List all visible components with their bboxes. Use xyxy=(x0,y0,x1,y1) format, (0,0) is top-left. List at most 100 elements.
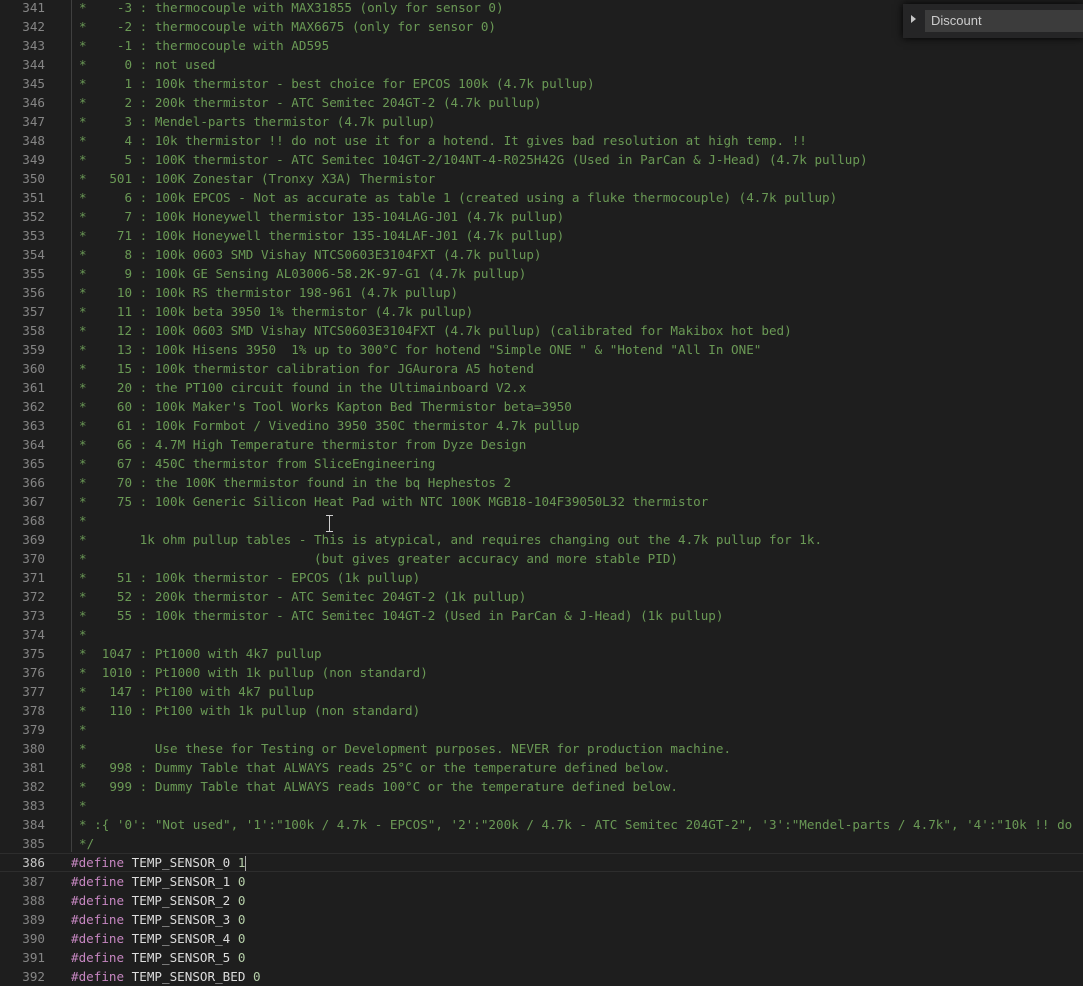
code-line[interactable]: 377 * 147 : Pt100 with 4k7 pullup xyxy=(0,682,1083,701)
define-statement: #define TEMP_SENSOR_BED 0 xyxy=(71,967,261,986)
macro-value: 0 xyxy=(237,912,246,927)
code-line[interactable]: 379 * xyxy=(0,720,1083,739)
comment-text: * 70 : the 100K thermistor found in the … xyxy=(79,475,512,490)
code-line[interactable]: 373 * 55 : 100k thermistor - ATC Semitec … xyxy=(0,606,1083,625)
code-line[interactable]: 387 #define TEMP_SENSOR_1 0 xyxy=(0,872,1083,891)
code-line[interactable]: 383 * xyxy=(0,796,1083,815)
comment-text: * 55 : 100k thermistor - ATC Semitec 104… xyxy=(79,608,724,623)
comment-text: * 20 : the PT100 circuit found in the Ul… xyxy=(79,380,527,395)
line-number: 378 xyxy=(22,703,45,718)
code-line[interactable]: 361 * 20 : the PT100 circuit found in the… xyxy=(0,378,1083,397)
code-line[interactable]: 354 * 8 : 100k 0603 SMD Vishay NTCS0603E3… xyxy=(0,245,1083,264)
line-number: 352 xyxy=(22,209,45,224)
macro-value: 0 xyxy=(253,969,261,984)
comment-text: * 1k ohm pullup tables - This is atypica… xyxy=(79,532,823,547)
macro-name: TEMP_SENSOR_4 xyxy=(131,931,231,946)
code-line[interactable]: 359 * 13 : 100k Hisens 3950 1% up to 300°… xyxy=(0,340,1083,359)
code-line[interactable]: 343 * -1 : thermocouple with AD595 xyxy=(0,36,1083,55)
comment-text: * 5 : 100K thermistor - ATC Semitec 104G… xyxy=(79,152,868,167)
code-line[interactable]: 381 * 998 : Dummy Table that ALWAYS reads… xyxy=(0,758,1083,777)
comment-text: * 10 : 100k RS thermistor 198-961 (4.7k … xyxy=(79,285,459,300)
code-line[interactable]: 385 */ xyxy=(0,834,1083,853)
code-line[interactable]: 374 * xyxy=(0,625,1083,644)
code-line[interactable]: 364 * 66 : 4.7M High Temperature thermist… xyxy=(0,435,1083,454)
code-line[interactable]: 382 * 999 : Dummy Table that ALWAYS reads… xyxy=(0,777,1083,796)
code-line[interactable]: 386 #define TEMP_SENSOR_0 1 xyxy=(0,853,1083,872)
code-line[interactable]: 362 * 60 : 100k Maker's Tool Works Kapton… xyxy=(0,397,1083,416)
comment-text: * 2 : 200k thermistor - ATC Semitec 204G… xyxy=(79,95,542,110)
code-line[interactable]: 388 #define TEMP_SENSOR_2 0 xyxy=(0,891,1083,910)
code-line[interactable]: 365 * 67 : 450C thermistor from SliceEngi… xyxy=(0,454,1083,473)
comment-text: * -1 : thermocouple with AD595 xyxy=(79,38,330,53)
macro-name: TEMP_SENSOR_1 xyxy=(131,874,231,889)
code-line[interactable]: 360 * 15 : 100k thermistor calibration fo… xyxy=(0,359,1083,378)
code-line[interactable]: 368 * xyxy=(0,511,1083,530)
comment-text: * :{ '0': "Not used", '1':"100k / 4.7k -… xyxy=(79,817,1073,832)
code-line[interactable]: 392 #define TEMP_SENSOR_BED 0 xyxy=(0,967,1083,986)
code-line[interactable]: 353 * 71 : 100k Honeywell thermistor 135-… xyxy=(0,226,1083,245)
define-directive: #define xyxy=(71,931,125,946)
code-line[interactable]: 367 * 75 : 100k Generic Silicon Heat Pad … xyxy=(0,492,1083,511)
code-line[interactable]: 384 * :{ '0': "Not used", '1':"100k / 4.7… xyxy=(0,815,1083,834)
code-line[interactable]: 356 * 10 : 100k RS thermistor 198-961 (4.… xyxy=(0,283,1083,302)
code-line[interactable]: 355 * 9 : 100k GE Sensing AL03006-58.2K-9… xyxy=(0,264,1083,283)
line-number: 388 xyxy=(22,893,45,908)
comment-text: * 147 : Pt100 with 4k7 pullup xyxy=(79,684,315,699)
line-number: 353 xyxy=(22,228,45,243)
code-line[interactable]: 363 * 61 : 100k Formbot / Vivedino 3950 3… xyxy=(0,416,1083,435)
define-directive: #define xyxy=(71,969,125,984)
line-number: 359 xyxy=(22,342,45,357)
find-input[interactable]: Discount xyxy=(925,10,1083,32)
comment-text: * 0 : not used xyxy=(79,57,216,72)
line-number: 382 xyxy=(22,779,45,794)
code-line[interactable]: 371 * 51 : 100k thermistor - EPCOS (1k pu… xyxy=(0,568,1083,587)
code-line[interactable]: 350 * 501 : 100K Zonestar (Tronxy X3A) Th… xyxy=(0,169,1083,188)
macro-name: TEMP_SENSOR_5 xyxy=(131,950,231,965)
code-line[interactable]: 345 * 1 : 100k thermistor - best choice f… xyxy=(0,74,1083,93)
toggle-replace-chevron-icon[interactable] xyxy=(911,15,916,23)
comment-text: * xyxy=(79,798,87,813)
code-line[interactable]: 348 * 4 : 10k thermistor !! do not use it… xyxy=(0,131,1083,150)
comment-text: * xyxy=(79,722,87,737)
code-line[interactable]: 370 * (but gives greater accuracy and mor… xyxy=(0,549,1083,568)
line-number: 345 xyxy=(22,76,45,91)
line-number: 372 xyxy=(22,589,45,604)
code-editor[interactable]: 341 * -3 : thermocouple with MAX31855 (on… xyxy=(0,0,1083,986)
code-line[interactable]: 372 * 52 : 200k thermistor - ATC Semitec … xyxy=(0,587,1083,606)
code-line[interactable]: 347 * 3 : Mendel-parts thermistor (4.7k p… xyxy=(0,112,1083,131)
comment-text: * xyxy=(79,513,87,528)
line-number: 380 xyxy=(22,741,45,756)
define-statement: #define TEMP_SENSOR_4 0 xyxy=(71,929,245,948)
code-line[interactable]: 366 * 70 : the 100K thermistor found in t… xyxy=(0,473,1083,492)
code-line[interactable]: 380 * Use these for Testing or Developmen… xyxy=(0,739,1083,758)
code-line[interactable]: 389 #define TEMP_SENSOR_3 0 xyxy=(0,910,1083,929)
text-caret xyxy=(245,856,247,871)
comment-text: */ xyxy=(79,836,95,851)
code-line[interactable]: 391 #define TEMP_SENSOR_5 0 xyxy=(0,948,1083,967)
line-number: 374 xyxy=(22,627,45,642)
code-line[interactable]: 358 * 12 : 100k 0603 SMD Vishay NTCS0603E… xyxy=(0,321,1083,340)
comment-text: * 60 : 100k Maker's Tool Works Kapton Be… xyxy=(79,399,572,414)
code-line[interactable]: 349 * 5 : 100K thermistor - ATC Semitec 1… xyxy=(0,150,1083,169)
comment-text: * -2 : thermocouple with MAX6675 (only f… xyxy=(79,19,497,34)
code-line[interactable]: 378 * 110 : Pt100 with 1k pullup (non sta… xyxy=(0,701,1083,720)
code-line[interactable]: 376 * 1010 : Pt1000 with 1k pullup (non s… xyxy=(0,663,1083,682)
define-directive: #define xyxy=(71,893,125,908)
define-statement: #define TEMP_SENSOR_3 0 xyxy=(71,910,245,929)
code-line[interactable]: 352 * 7 : 100k Honeywell thermistor 135-1… xyxy=(0,207,1083,226)
comment-text: * 501 : 100K Zonestar (Tronxy X3A) Therm… xyxy=(79,171,436,186)
comment-text: * -3 : thermocouple with MAX31855 (only … xyxy=(79,0,504,15)
define-statement: #define TEMP_SENSOR_2 0 xyxy=(71,891,245,910)
line-number: 361 xyxy=(22,380,45,395)
code-line[interactable]: 357 * 11 : 100k beta 3950 1% thermistor (… xyxy=(0,302,1083,321)
line-number: 384 xyxy=(22,817,45,832)
comment-text: * 51 : 100k thermistor - EPCOS (1k pullu… xyxy=(79,570,421,585)
macro-name: TEMP_SENSOR_3 xyxy=(131,912,231,927)
code-line[interactable]: 346 * 2 : 200k thermistor - ATC Semitec 2… xyxy=(0,93,1083,112)
line-number: 356 xyxy=(22,285,45,300)
code-line[interactable]: 390 #define TEMP_SENSOR_4 0 xyxy=(0,929,1083,948)
code-line[interactable]: 344 * 0 : not used xyxy=(0,55,1083,74)
code-line[interactable]: 351 * 6 : 100k EPCOS - Not as accurate as… xyxy=(0,188,1083,207)
code-line[interactable]: 369 * 1k ohm pullup tables - This is atyp… xyxy=(0,530,1083,549)
code-line[interactable]: 375 * 1047 : Pt1000 with 4k7 pullup xyxy=(0,644,1083,663)
